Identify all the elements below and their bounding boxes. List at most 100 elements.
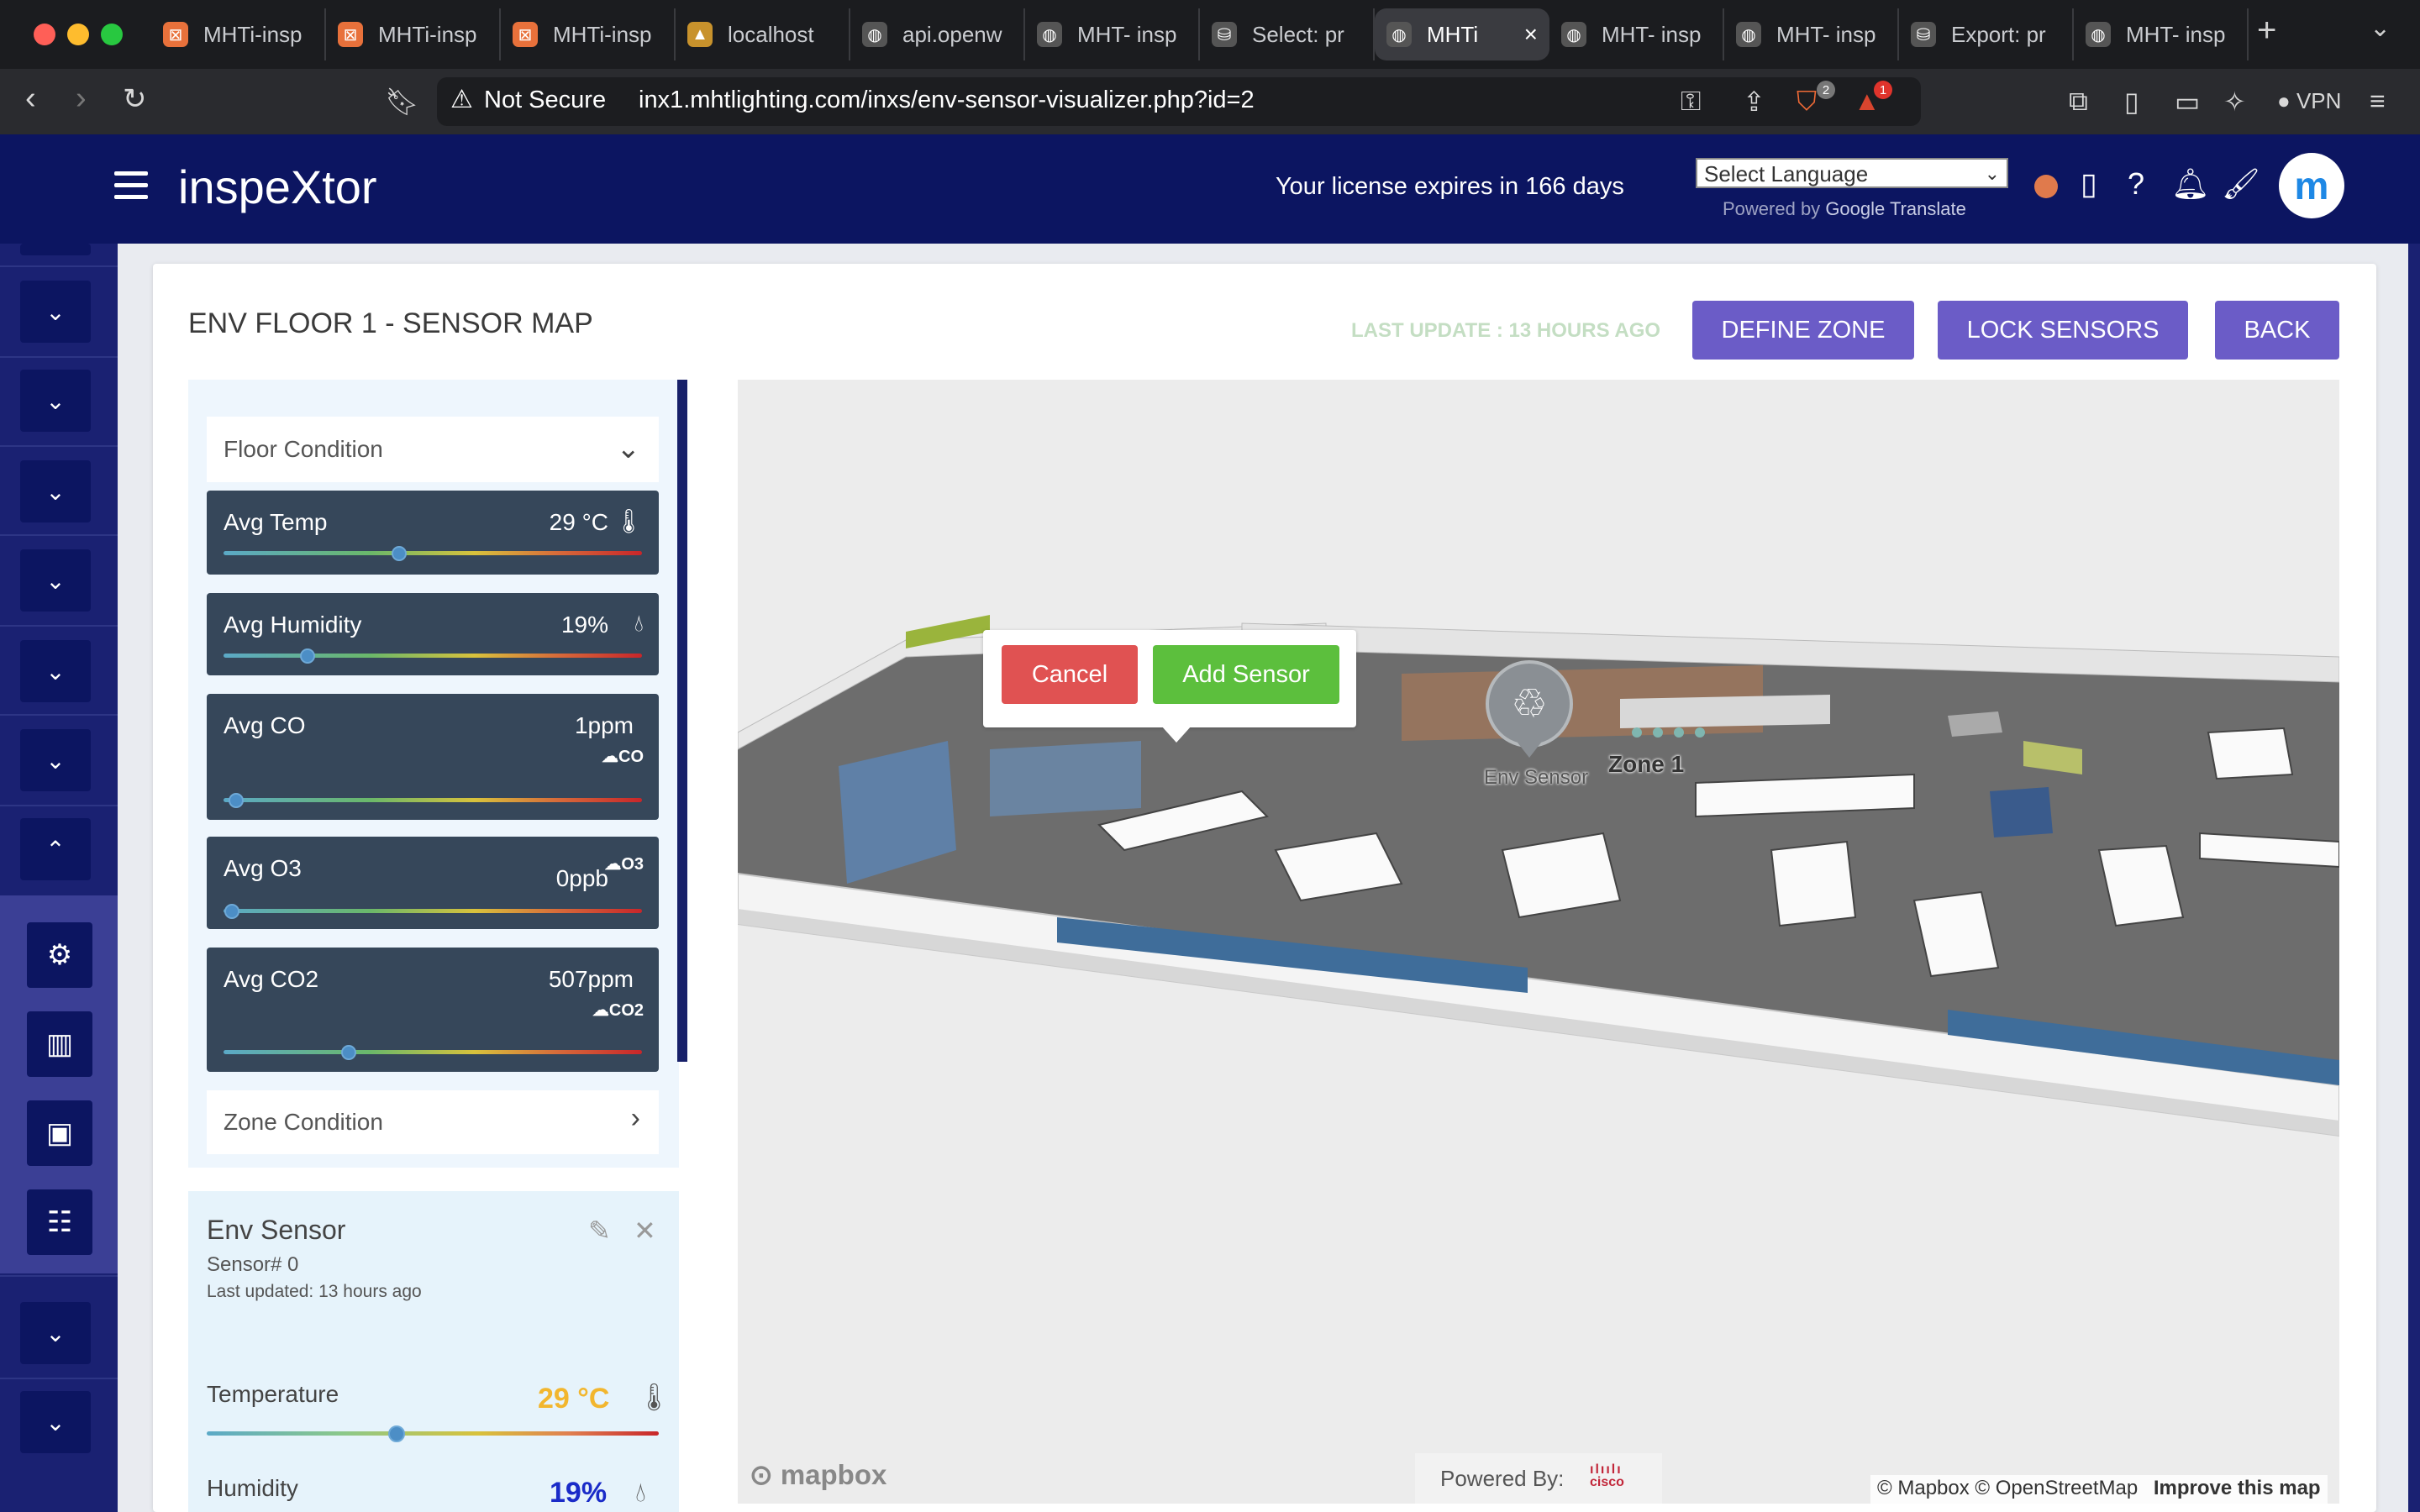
define-zone-button[interactable]: DEFINE ZONE bbox=[1692, 301, 1914, 360]
browser-tab[interactable]: ◍ MHT- insp bbox=[1724, 8, 1899, 60]
zone-condition-header[interactable]: Zone Condition › bbox=[207, 1090, 659, 1154]
close-window-button[interactable] bbox=[34, 24, 55, 45]
sidebar-expand-button-5[interactable]: ⌄ bbox=[20, 640, 91, 702]
tab-strip: ⊠ MHTi-insp ⊠ MHTi-insp ⊠ MHTi-insp ▲ localhost… bbox=[151, 8, 2249, 60]
brush-icon[interactable]: 🖌︎ bbox=[2222, 166, 2260, 202]
last-update-text: LAST UPDATE : 13 HOURS AGO bbox=[1351, 319, 1661, 342]
edit-pencil-icon[interactable]: ✎ bbox=[588, 1215, 611, 1247]
url-text[interactable]: inx1.mhtlighting.com/inxs/env-sensor-vis… bbox=[639, 87, 1255, 114]
image-icon[interactable]: ▣ bbox=[27, 1100, 92, 1166]
sidebar-collapse-button-2[interactable]: ⌃ bbox=[20, 818, 91, 880]
browser-tab[interactable]: ▲ localhost bbox=[676, 8, 850, 60]
avatar[interactable]: m bbox=[2279, 153, 2344, 218]
forward-nav-button[interactable]: › bbox=[76, 81, 87, 117]
browser-tab[interactable]: ⛁ Select: pr bbox=[1200, 8, 1375, 60]
share-icon[interactable]: ⇪ bbox=[1743, 86, 1765, 118]
powered-by-label: Powered By: bbox=[1440, 1465, 1565, 1491]
zone-map-label[interactable]: Zone 1 bbox=[1608, 751, 1684, 778]
sensor-settings-icon[interactable]: ⚙ bbox=[27, 922, 92, 988]
thermometer-icon: 🌡︎ bbox=[613, 508, 644, 534]
map-icon[interactable]: ▥ bbox=[27, 1011, 92, 1077]
hamburger-menu-icon[interactable] bbox=[114, 171, 148, 202]
leo-ai-icon[interactable]: ✧ bbox=[2223, 86, 2246, 118]
browser-tab[interactable]: ⊠ MHTi-insp bbox=[151, 8, 326, 60]
browser-tab[interactable]: ⊠ MHTi-insp bbox=[326, 8, 501, 60]
sidebar-expand-button-7[interactable]: ⌄ bbox=[20, 1302, 91, 1364]
sidebar-divider bbox=[0, 714, 118, 716]
reload-button[interactable]: ↻ bbox=[123, 82, 147, 116]
tab-title: Export: pr bbox=[1951, 21, 2046, 47]
db-icon: ⛁ bbox=[1212, 22, 1237, 47]
bell-icon[interactable]: 🔔︎ bbox=[2171, 166, 2210, 202]
brave-shield-icon[interactable]: ⛉ bbox=[1797, 86, 1817, 118]
close-icon[interactable]: ✕ bbox=[634, 1215, 656, 1247]
lock-sensors-button[interactable]: LOCK SENSORS bbox=[1938, 301, 2188, 360]
browser-tab[interactable]: ◍ MHT- insp bbox=[1549, 8, 1724, 60]
temperature-label: Temperature bbox=[207, 1381, 339, 1407]
cisco-text: cisco bbox=[1590, 1475, 1624, 1489]
attribution-text[interactable]: © Mapbox © OpenStreetMap bbox=[1877, 1477, 2138, 1499]
browser-tab[interactable]: ◍ api.openw bbox=[850, 8, 1025, 60]
close-tab-icon[interactable]: × bbox=[1524, 21, 1538, 48]
floor-condition-header[interactable]: Floor Condition ⌄ bbox=[207, 417, 659, 482]
minimize-window-button[interactable] bbox=[67, 24, 89, 45]
tab-list-chevron-icon[interactable]: ⌄ bbox=[2370, 13, 2391, 43]
o3-cloud-icon: ☁O3 bbox=[604, 855, 644, 874]
sidebar-toggle-icon[interactable]: ▯ bbox=[2124, 86, 2139, 118]
browser-tab[interactable]: ◍ MHTi × bbox=[1375, 8, 1549, 60]
sidebar-expand-button-2[interactable]: ⌄ bbox=[20, 370, 91, 432]
metric-label: Avg CO2 bbox=[224, 966, 319, 992]
cisco-logo: ılıılı cisco bbox=[1590, 1462, 1624, 1490]
sidebar-expand-button-1[interactable]: ⌄ bbox=[20, 281, 91, 343]
browser-tab[interactable]: ◍ MHT- insp bbox=[2074, 8, 2249, 60]
sidebar-collapse-button-1[interactable] bbox=[20, 244, 91, 255]
new-tab-button[interactable]: + bbox=[2257, 12, 2276, 50]
chevron-right-icon: › bbox=[630, 1102, 640, 1134]
sliders-icon[interactable]: ☷ bbox=[27, 1189, 92, 1255]
key-icon[interactable]: ⚿ bbox=[1681, 86, 1701, 118]
metric-label: Avg CO bbox=[224, 712, 306, 738]
extensions-icon[interactable]: ⧉ bbox=[2069, 86, 2088, 118]
env-sensor-marker-icon[interactable]: ♲ bbox=[1486, 660, 1573, 748]
floor-map[interactable] bbox=[738, 380, 2339, 1504]
mapbox-logo[interactable]: ⊙ mapbox bbox=[750, 1458, 886, 1491]
mapbox-text: mapbox bbox=[780, 1459, 887, 1490]
bookmark-icon[interactable]: 🔖︎ bbox=[385, 86, 419, 118]
right-scrollbar[interactable] bbox=[2408, 244, 2420, 1512]
back-button[interactable]: BACK bbox=[2215, 301, 2339, 360]
metric-avg-humidity: Avg Humidity 19% 💧︎ bbox=[207, 593, 659, 675]
maximize-window-button[interactable] bbox=[101, 24, 123, 45]
localhost-icon: ▲ bbox=[687, 22, 713, 47]
cancel-button[interactable]: Cancel bbox=[1002, 645, 1138, 704]
back-nav-button[interactable]: ‹ bbox=[25, 81, 36, 117]
language-select[interactable]: Select Language ⌄ bbox=[1696, 158, 2008, 188]
browser-tab[interactable]: ⛁ Export: pr bbox=[1899, 8, 2074, 60]
language-select-value: Select Language bbox=[1704, 161, 1869, 186]
temperature-scale bbox=[207, 1431, 659, 1436]
sidebar-expand-button-4[interactable]: ⌄ bbox=[20, 549, 91, 612]
map-attribution: © Mapbox © OpenStreetMap Improve this ma… bbox=[1870, 1475, 2328, 1504]
sidebar-expand-button-6[interactable]: ⌄ bbox=[20, 729, 91, 791]
metric-value: 0ppb bbox=[555, 865, 608, 891]
browser-tab[interactable]: ◍ MHT- insp bbox=[1025, 8, 1200, 60]
sidebar-expand-button-3[interactable]: ⌄ bbox=[20, 460, 91, 522]
temperature-indicator bbox=[387, 1425, 405, 1442]
mobile-device-icon[interactable]: ▯ bbox=[2081, 166, 2097, 202]
metric-indicator bbox=[228, 793, 244, 808]
sensor-last-updated: Last updated: 13 hours ago bbox=[207, 1282, 422, 1301]
powered-by-text: Powered by bbox=[1723, 198, 1821, 219]
add-sensor-button[interactable]: Add Sensor bbox=[1153, 645, 1339, 704]
tab-title: MHT- insp bbox=[1602, 21, 1702, 47]
vpn-button[interactable]: ● VPN bbox=[2277, 88, 2341, 114]
metric-scale bbox=[224, 798, 642, 802]
metric-scale bbox=[224, 909, 642, 913]
sidebar-expand-button-8[interactable]: ⌄ bbox=[20, 1391, 91, 1453]
wallet-icon[interactable]: ▭ bbox=[2175, 86, 2200, 118]
security-status[interactable]: Not Secure bbox=[484, 87, 606, 114]
browser-tab[interactable]: ⊠ MHTi-insp bbox=[501, 8, 676, 60]
help-icon[interactable]: ? bbox=[2128, 166, 2144, 202]
menu-icon[interactable]: ≡ bbox=[2370, 86, 2386, 117]
panel-scrollbar[interactable] bbox=[677, 380, 687, 1062]
improve-map-link[interactable]: Improve this map bbox=[2154, 1477, 2321, 1499]
sidebar-divider bbox=[0, 534, 118, 536]
